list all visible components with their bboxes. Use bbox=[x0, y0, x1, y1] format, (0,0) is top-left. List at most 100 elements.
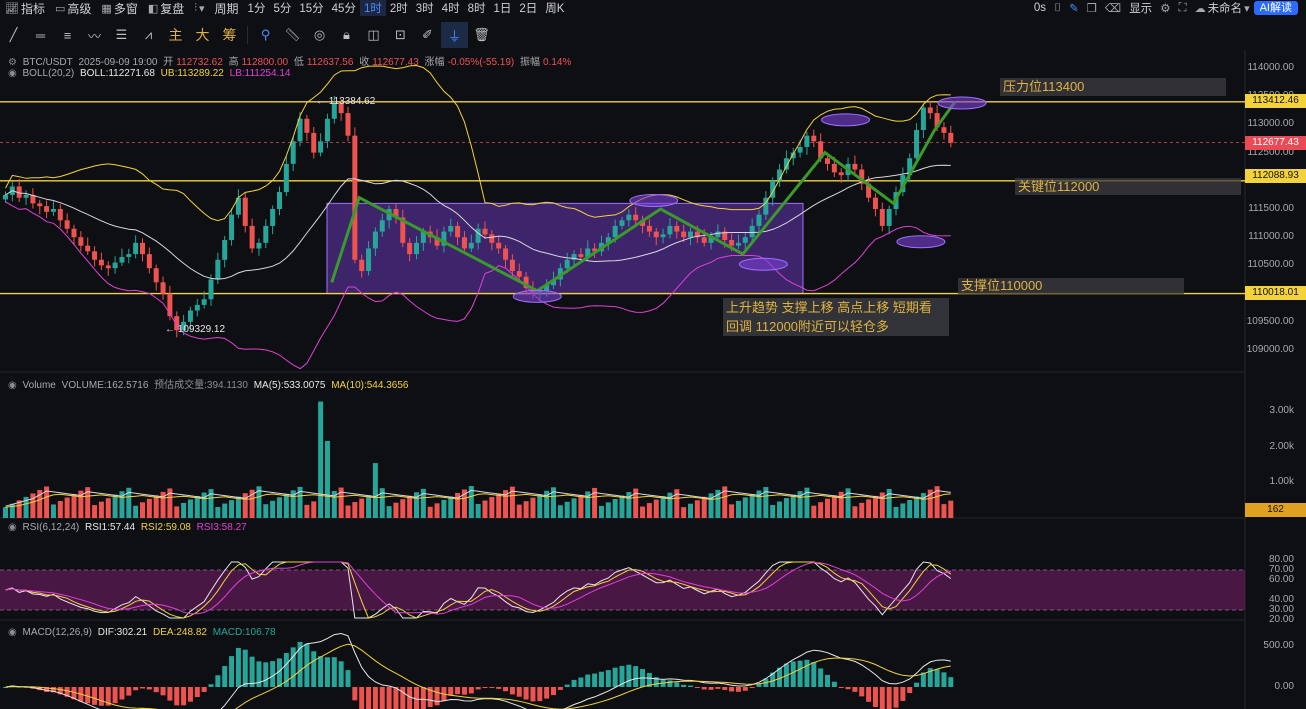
macd-histogram-bar bbox=[420, 687, 426, 709]
key-annotation[interactable]: 关键位112000 bbox=[1015, 178, 1241, 195]
volume-bar bbox=[222, 503, 228, 518]
candle-body bbox=[92, 251, 98, 260]
macd-histogram-bar bbox=[229, 656, 235, 687]
macd-histogram-bar bbox=[345, 670, 351, 687]
volume-bar bbox=[140, 502, 145, 518]
candle-body bbox=[304, 118, 310, 133]
resistance-annotation[interactable]: 压力位113400 bbox=[1000, 78, 1226, 96]
macd-histogram-bar bbox=[886, 687, 892, 709]
volume-bar bbox=[783, 498, 789, 518]
macd-histogram-bar bbox=[496, 687, 502, 689]
macd-histogram-bar bbox=[715, 687, 721, 689]
low-mark-value: 109329.12 bbox=[177, 324, 226, 335]
macd-histogram-bar bbox=[140, 687, 145, 689]
macd-histogram-bar bbox=[557, 687, 563, 690]
volume-tag: 162 bbox=[1245, 503, 1306, 517]
macd-histogram-bar bbox=[215, 675, 221, 687]
volume-bar bbox=[681, 507, 687, 518]
macd-histogram-bar bbox=[900, 687, 906, 701]
candle-body bbox=[468, 242, 474, 249]
volume-bar bbox=[215, 507, 221, 518]
macd-histogram-bar bbox=[187, 687, 193, 702]
price-axis-label: 111500.00 bbox=[1248, 203, 1294, 214]
candle-body bbox=[941, 127, 947, 133]
candle-body bbox=[886, 209, 892, 226]
chart-canvas[interactable] bbox=[0, 0, 1306, 709]
candle-body bbox=[729, 240, 735, 246]
volume-bar bbox=[57, 501, 63, 518]
analysis-note[interactable]: 上升趋势 支撑上移 高点上移 短期看 回调 112000附近可以轻仓多 bbox=[723, 298, 949, 336]
candle-body bbox=[688, 231, 693, 238]
macd-histogram-bar bbox=[153, 687, 159, 693]
candle-body bbox=[366, 248, 372, 272]
candle-body bbox=[578, 254, 584, 257]
macd-histogram-bar bbox=[811, 662, 817, 687]
pivot-ellipse bbox=[821, 113, 871, 127]
macd-histogram-bar bbox=[592, 673, 598, 687]
macd-histogram-bar bbox=[852, 687, 858, 692]
high-mark-value: 113384.62 bbox=[328, 96, 376, 107]
volume-bar bbox=[407, 495, 413, 518]
volume-bar bbox=[133, 505, 139, 518]
macd-histogram-bar bbox=[729, 687, 735, 692]
macd-histogram-bar bbox=[879, 687, 885, 709]
macd-histogram-bar bbox=[475, 687, 481, 690]
volume-bar bbox=[818, 502, 824, 518]
volume-bar bbox=[694, 500, 700, 518]
volume-bar bbox=[277, 497, 282, 518]
candle-body bbox=[838, 172, 844, 176]
volume-bar bbox=[386, 506, 392, 518]
macd-axis-label: 0.00 bbox=[1274, 681, 1294, 692]
candle-body bbox=[324, 118, 330, 142]
candle-body bbox=[503, 248, 509, 260]
volume-bar bbox=[400, 499, 406, 518]
candle-body bbox=[475, 228, 481, 243]
candle-body bbox=[948, 132, 954, 143]
macd-histogram-bar bbox=[633, 666, 639, 687]
macd-histogram-bar bbox=[804, 659, 810, 687]
macd-histogram-bar bbox=[112, 687, 118, 704]
macd-histogram-bar bbox=[866, 687, 872, 702]
candle-body bbox=[71, 228, 77, 238]
candle-body bbox=[756, 214, 762, 226]
high-mark: ← 113384.62 bbox=[316, 96, 376, 107]
macd-histogram-bar bbox=[461, 687, 467, 695]
volume-bar bbox=[735, 500, 741, 518]
volume-bar bbox=[345, 505, 351, 518]
support-annotation[interactable]: 支撑位110000 bbox=[958, 278, 1184, 294]
macd-histogram-bar bbox=[414, 687, 419, 709]
candle-body bbox=[187, 310, 193, 322]
volume-bar bbox=[859, 502, 865, 518]
pivot-ellipse bbox=[738, 257, 788, 271]
volume-bar bbox=[811, 505, 817, 518]
volume-bar bbox=[941, 504, 947, 518]
candle-body bbox=[619, 220, 625, 226]
macd-histogram-bar bbox=[146, 687, 152, 690]
candle-body bbox=[263, 225, 269, 243]
price-axis-label: 113000.00 bbox=[1247, 118, 1294, 130]
candle-body bbox=[352, 135, 358, 260]
candle-body bbox=[927, 107, 933, 114]
candle-body bbox=[914, 130, 920, 159]
volume-bar bbox=[181, 502, 187, 518]
volume-bar bbox=[187, 499, 193, 518]
volume-bar bbox=[646, 503, 652, 518]
volume-bar bbox=[914, 496, 920, 518]
volume-bar bbox=[174, 506, 180, 518]
candle-body bbox=[715, 231, 721, 238]
macd-histogram-bar bbox=[509, 687, 515, 695]
macd-histogram-bar bbox=[948, 677, 954, 687]
price-axis-label: 109000.00 bbox=[1246, 344, 1294, 355]
macd-histogram-bar bbox=[598, 671, 604, 687]
macd-histogram-bar bbox=[324, 657, 330, 687]
volume-bar bbox=[605, 502, 611, 518]
candle-body bbox=[735, 242, 741, 246]
macd-histogram-bar bbox=[605, 670, 611, 687]
volume-bar bbox=[688, 503, 693, 518]
volume-bar bbox=[530, 497, 536, 518]
macd-histogram-bar bbox=[749, 687, 755, 688]
macd-histogram-bar bbox=[934, 669, 940, 687]
candle-body bbox=[379, 220, 385, 232]
candle-body bbox=[37, 203, 43, 207]
candle-body bbox=[852, 163, 858, 170]
